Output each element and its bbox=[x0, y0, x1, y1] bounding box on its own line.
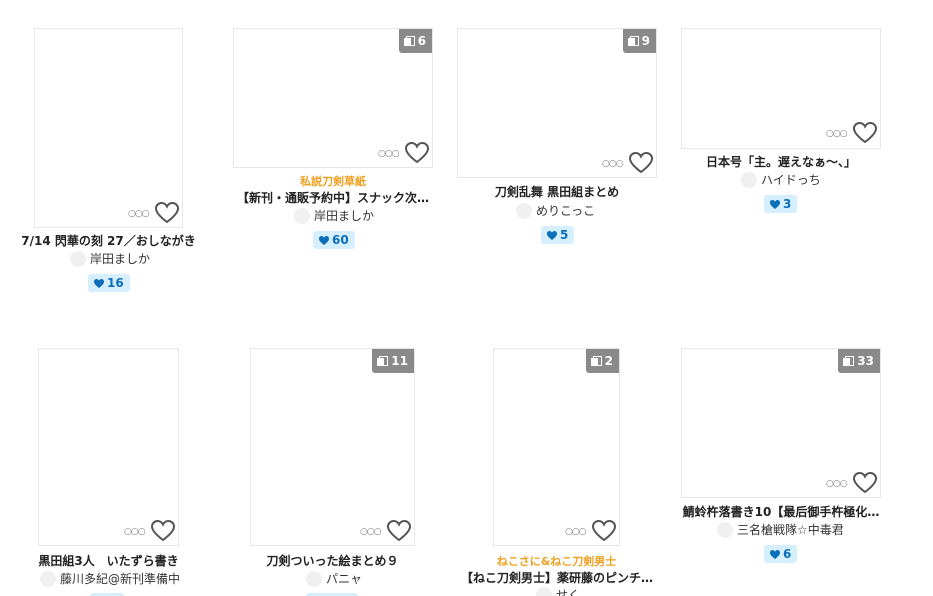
heart-outline-icon[interactable] bbox=[386, 519, 412, 543]
works-grid: ○○○ 7/14 閃華の刻 27／おしながき 岸田ましか 16 6 ○○○ 私説… bbox=[0, 0, 933, 596]
work-title[interactable]: 刀剣乱舞 黒田組まとめ bbox=[457, 184, 657, 200]
pages-icon bbox=[403, 36, 415, 46]
pages-icon bbox=[843, 356, 855, 366]
heart-filled-icon bbox=[770, 549, 780, 559]
heart-filled-icon bbox=[94, 278, 104, 288]
like-count-badge: 16 bbox=[88, 274, 130, 292]
work-thumbnail[interactable]: 6 ○○○ bbox=[233, 28, 433, 168]
like-count: 3 bbox=[783, 197, 792, 211]
pages-icon bbox=[590, 356, 602, 366]
author-link[interactable]: パニャ bbox=[306, 571, 362, 587]
heart-outline-icon[interactable] bbox=[852, 471, 878, 495]
author-link[interactable]: 三名槍戦隊☆中毒君 bbox=[717, 522, 844, 538]
like-count: 6 bbox=[783, 547, 792, 561]
work-title[interactable]: 鯖蛉杵落書き10【最后御手杵極化… bbox=[676, 504, 886, 520]
avatar bbox=[40, 571, 56, 587]
like-count-badge: 3 bbox=[764, 195, 798, 213]
work-title[interactable]: 日本号「主。遅えなぁ〜、」 bbox=[681, 154, 881, 170]
avatar bbox=[516, 203, 532, 219]
avatar bbox=[741, 172, 757, 188]
work-title[interactable]: 黒田組3人 いたずら書き bbox=[18, 553, 199, 569]
author-name: ハイドっち bbox=[761, 173, 821, 187]
page-count: 2 bbox=[604, 354, 613, 368]
more-icon[interactable]: ○○○ bbox=[128, 209, 150, 219]
pages-icon bbox=[377, 356, 389, 366]
page-count-badge: 2 bbox=[585, 349, 619, 373]
avatar bbox=[306, 571, 322, 587]
avatar bbox=[70, 251, 86, 267]
heart-filled-icon bbox=[770, 199, 780, 209]
more-icon[interactable]: ○○○ bbox=[602, 159, 624, 169]
page-count-badge: 9 bbox=[622, 29, 656, 53]
heart-outline-icon[interactable] bbox=[404, 141, 430, 165]
work-thumbnail[interactable]: 11 ○○○ bbox=[250, 348, 415, 546]
heart-outline-icon[interactable] bbox=[852, 121, 878, 145]
avatar bbox=[294, 208, 310, 224]
heart-filled-icon bbox=[547, 230, 557, 240]
page-count: 33 bbox=[857, 354, 874, 368]
author-link[interactable]: めりこっこ bbox=[516, 203, 595, 219]
like-count: 5 bbox=[560, 228, 569, 242]
author-name: 三名槍戦隊☆中毒君 bbox=[737, 523, 844, 537]
work-thumbnail[interactable]: ○○○ bbox=[681, 28, 881, 149]
author-link[interactable]: 藤川多紀@新刊準備中 bbox=[40, 571, 180, 587]
more-icon[interactable]: ○○○ bbox=[826, 479, 848, 489]
work-thumbnail[interactable]: 33 ○○○ bbox=[681, 348, 881, 498]
avatar bbox=[717, 522, 733, 538]
page-count-badge: 33 bbox=[838, 349, 880, 373]
more-icon[interactable]: ○○○ bbox=[565, 527, 587, 537]
more-icon[interactable]: ○○○ bbox=[360, 527, 382, 537]
page-count-badge: 6 bbox=[398, 29, 432, 53]
author-name: 岸田ましか bbox=[90, 252, 151, 266]
author-name: めりこっこ bbox=[536, 204, 596, 218]
like-count: 16 bbox=[107, 276, 124, 290]
heart-outline-icon[interactable] bbox=[628, 151, 654, 175]
author-name: せく bbox=[556, 588, 581, 596]
pages-icon bbox=[627, 36, 639, 46]
page-count: 11 bbox=[391, 354, 408, 368]
heart-outline-icon[interactable] bbox=[591, 519, 617, 543]
like-count-badge: 6 bbox=[764, 545, 798, 563]
more-icon[interactable]: ○○○ bbox=[378, 149, 400, 159]
work-thumbnail[interactable]: ○○○ bbox=[38, 348, 179, 546]
heart-outline-icon[interactable] bbox=[154, 201, 180, 225]
work-thumbnail[interactable]: ○○○ bbox=[34, 28, 183, 228]
author-link[interactable]: 岸田ましか bbox=[294, 208, 374, 224]
work-title[interactable]: 7/14 閃華の刻 27／おしながき bbox=[14, 233, 203, 249]
like-count-badge: 60 bbox=[313, 231, 355, 249]
more-icon[interactable]: ○○○ bbox=[124, 527, 146, 537]
author-name: パニャ bbox=[326, 572, 363, 586]
work-title[interactable]: 【ねこ刀剣男士】薬研藤のピンチ… bbox=[461, 570, 653, 586]
author-name: 藤川多紀@新刊準備中 bbox=[60, 572, 181, 586]
page-count: 9 bbox=[641, 34, 650, 48]
author-link[interactable]: せく bbox=[536, 587, 580, 596]
work-thumbnail[interactable]: 9 ○○○ bbox=[457, 28, 657, 178]
more-icon[interactable]: ○○○ bbox=[826, 129, 848, 139]
series-link[interactable]: 私説刀剣草紙 bbox=[233, 174, 433, 189]
work-thumbnail[interactable]: 2 ○○○ bbox=[493, 348, 620, 546]
author-link[interactable]: ハイドっち bbox=[741, 172, 821, 188]
work-title[interactable]: 【新刊・通販予約中】スナック次… bbox=[228, 190, 438, 206]
avatar bbox=[536, 587, 552, 596]
heart-filled-icon bbox=[319, 235, 329, 245]
heart-outline-icon[interactable] bbox=[150, 519, 176, 543]
work-title[interactable]: 刀剣ついった絵まとめ９ bbox=[240, 553, 425, 569]
series-link[interactable]: ねこさに&ねこ刀剣男士 bbox=[466, 554, 647, 569]
like-count-badge: 5 bbox=[541, 226, 575, 244]
author-link[interactable]: 岸田ましか bbox=[70, 251, 150, 267]
page-count-badge: 11 bbox=[372, 349, 414, 373]
like-count: 60 bbox=[332, 233, 349, 247]
page-count: 6 bbox=[417, 34, 426, 48]
author-name: 岸田ましか bbox=[314, 209, 375, 223]
